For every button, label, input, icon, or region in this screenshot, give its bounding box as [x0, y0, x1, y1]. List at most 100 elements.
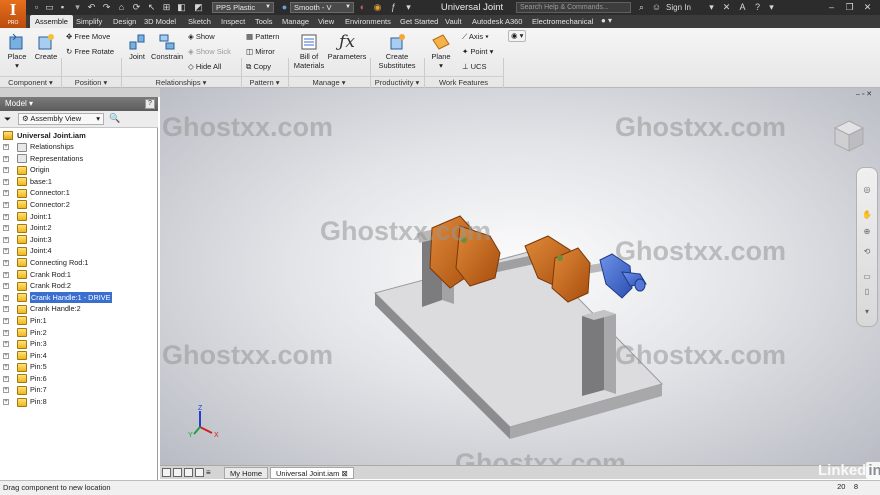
group-relationships-label[interactable]: Relationships ▾ [121, 76, 241, 87]
hide-all-button[interactable]: ◇ Hide All [188, 62, 221, 72]
minimize-icon[interactable]: ‒ [826, 2, 837, 13]
tree-item[interactable]: + Crank Handle:1 - DRIVE [3, 291, 156, 304]
expand-icon[interactable]: + [3, 329, 9, 336]
group-manage-label[interactable]: Manage ▾ [288, 76, 370, 87]
app-logo[interactable]: I PRO [0, 0, 26, 30]
expand-icon[interactable]: + [3, 306, 9, 313]
tab-overflow-icon[interactable]: ● ▾ [601, 16, 612, 25]
tab-my-home[interactable]: My Home [224, 467, 269, 479]
a360-icon[interactable]: A [737, 2, 748, 13]
tree-item[interactable]: + Relationships [3, 141, 156, 153]
tile-vertical-icon[interactable] [184, 468, 193, 477]
tab-manage[interactable]: Manage [277, 15, 314, 28]
tab-electromechanical[interactable]: Electromechanical [527, 15, 598, 28]
save-icon[interactable]: ▪ [57, 2, 68, 13]
tree-item[interactable]: + Pin:2 [3, 327, 156, 339]
expand-icon[interactable]: + [3, 317, 9, 324]
group-position-label[interactable]: Position ▾ [61, 76, 121, 87]
expand-icon[interactable]: + [3, 364, 9, 371]
measure-icon[interactable]: ⊞ [161, 2, 172, 13]
steering-wheel-icon[interactable]: ◎ [862, 186, 872, 194]
expand-icon[interactable]: + [3, 155, 9, 162]
tree-item[interactable]: + Origin [3, 164, 156, 176]
tree-item[interactable]: + Connector:1 [3, 187, 156, 199]
new-icon[interactable]: ▫ [31, 2, 42, 13]
sign-in-link[interactable]: Sign In [666, 0, 691, 15]
restore-icon[interactable]: ❐ [844, 2, 855, 13]
expand-icon[interactable]: + [3, 201, 9, 208]
chevron-down-icon[interactable]: ▾ [706, 2, 717, 13]
expand-icon[interactable]: + [3, 144, 9, 150]
tile-horizontal-icon[interactable] [173, 468, 182, 477]
tree-root[interactable]: Universal Joint.iam [3, 130, 153, 141]
material-select[interactable]: PPS Plastic ▼ [212, 2, 274, 13]
open-icon[interactable]: ▭ [44, 2, 55, 13]
pan-icon[interactable]: ✋ [862, 211, 872, 219]
tree-item[interactable]: + Pin:4 [3, 350, 156, 362]
tab-autodesk-a360[interactable]: Autodesk A360 [467, 15, 527, 28]
close-icon[interactable]: ✕ [866, 91, 872, 98]
orbit-icon[interactable]: ⟲ [862, 248, 872, 256]
viewcube[interactable] [829, 117, 869, 157]
tab-inspect[interactable]: Inspect [216, 15, 250, 28]
tab-universal-joint[interactable]: Universal Joint.iam ⊠ [270, 467, 354, 479]
create-button[interactable]: Create [33, 32, 59, 61]
tree-item[interactable]: + Crank Rod:1 [3, 269, 156, 281]
graphics-viewport[interactable]: Ghostxx.com Ghostxx.com Ghostxx.com Ghos… [160, 88, 880, 478]
expand-icon[interactable]: + [3, 399, 9, 406]
ribbon-options-icon[interactable]: ◩ [193, 2, 204, 13]
tab-design[interactable]: Design [108, 15, 141, 28]
tab-sketch[interactable]: Sketch [183, 15, 216, 28]
viewport-window-controls[interactable]: ‒ ▫ ✕ [856, 90, 880, 100]
material-swatch-icon[interactable]: ◧ [176, 2, 187, 13]
axis-button[interactable]: ⟋ Axis ▾ [462, 32, 489, 42]
select-icon[interactable]: ↖ [146, 2, 157, 13]
tree-item[interactable]: + Crank Handle:2 [3, 303, 156, 315]
cascade-icon[interactable] [195, 468, 204, 477]
group-pattern-label[interactable]: Pattern ▾ [241, 76, 288, 87]
tree-item[interactable]: + base:1 [3, 176, 156, 188]
show-button[interactable]: ◈ Show [188, 32, 215, 42]
plane-button[interactable]: Plane ▾ [428, 32, 454, 70]
minimize-icon[interactable]: ‒ [856, 91, 860, 98]
dropdown-icon[interactable]: ▾ [72, 2, 83, 13]
tree-item[interactable]: + Connector:2 [3, 199, 156, 211]
parameters-button[interactable]: ƒx Parameters [327, 32, 367, 61]
joint-button[interactable]: Joint [125, 32, 149, 61]
home-icon[interactable]: ⌂ [116, 2, 127, 13]
tab-tools[interactable]: Tools [250, 15, 278, 28]
redo-icon[interactable]: ↷ [101, 2, 112, 13]
point-button[interactable]: ✦ Point ▾ [462, 47, 493, 57]
tree-item[interactable]: + Joint:3 [3, 234, 156, 246]
tab-view[interactable]: View [313, 15, 339, 28]
look-at-icon[interactable]: ▭ [862, 273, 872, 281]
model-panel-header[interactable]: Model ▾ [0, 97, 158, 111]
expand-icon[interactable]: + [3, 271, 9, 278]
zoom-icon[interactable]: ⊕ [862, 228, 872, 236]
view-mode-select[interactable]: ⚙ Assembly View ▾ [18, 113, 104, 125]
group-component-label[interactable]: Component ▾ [0, 76, 61, 87]
exchange-icon[interactable]: ✕ [721, 2, 732, 13]
tree-item[interactable]: + Pin:7 [3, 384, 156, 396]
filter-icon[interactable]: ⏷ [4, 114, 11, 125]
free-rotate-button[interactable]: ↻ Free Rotate [66, 47, 114, 57]
clear-appearance-icon[interactable]: ◐ [357, 2, 368, 13]
tree-item[interactable]: + Pin:5 [3, 361, 156, 373]
group-work-features-label[interactable]: Work Features [424, 76, 503, 87]
constrain-button[interactable]: Constrain [151, 32, 183, 61]
copy-button[interactable]: ⧉ Copy [246, 62, 271, 72]
place-button[interactable]: Place ▾ [4, 32, 30, 70]
undo-icon[interactable]: ↶ [86, 2, 97, 13]
assembly-model[interactable] [160, 88, 880, 465]
update-icon[interactable]: ⟳ [131, 2, 142, 13]
tree-item[interactable]: + Pin:1 [3, 315, 156, 327]
close-icon[interactable]: ⊠ [341, 469, 347, 478]
expand-icon[interactable]: + [3, 375, 9, 382]
chevron-down-icon[interactable]: ▾ [862, 308, 872, 316]
expand-icon[interactable]: + [3, 341, 9, 348]
tree-item[interactable]: + Joint:1 [3, 211, 156, 223]
tree-item[interactable]: + Joint:2 [3, 222, 156, 234]
expand-icon[interactable]: + [3, 167, 9, 174]
create-substitutes-button[interactable]: Create Substitutes [374, 32, 420, 70]
search-input[interactable]: Search Help & Commands... [516, 2, 631, 13]
